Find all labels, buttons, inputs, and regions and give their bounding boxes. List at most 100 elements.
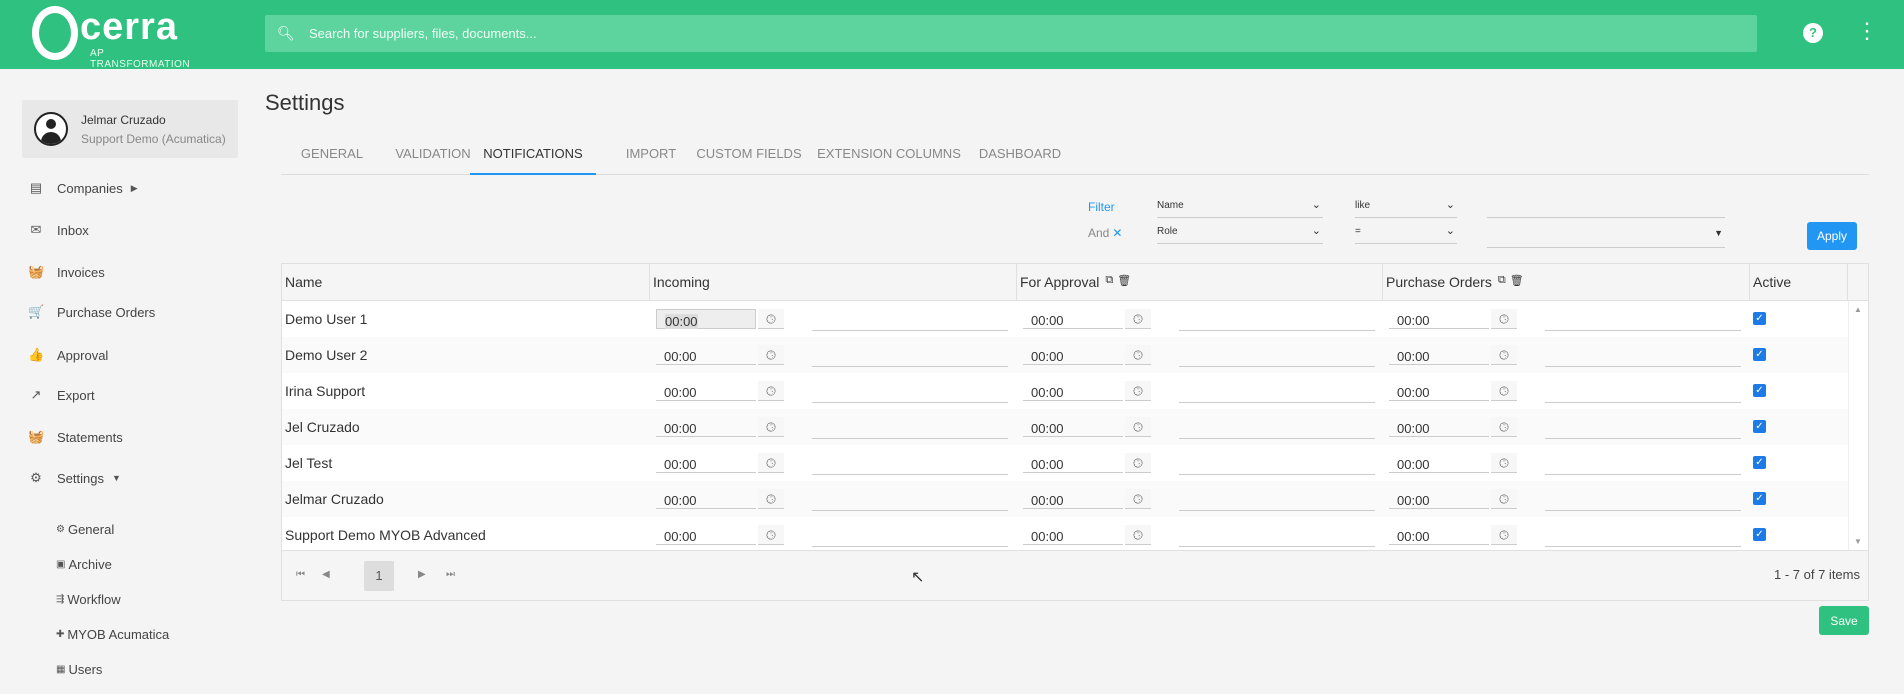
search-bar[interactable]: 🔍︎	[265, 15, 1757, 52]
sidebar-subitem-users[interactable]: ▦ Users	[56, 659, 102, 679]
active-checkbox[interactable]: ✓	[1753, 492, 1766, 505]
tab-general[interactable]: GENERAL	[293, 138, 371, 175]
clock-icon[interactable]: 🕓︎	[1491, 417, 1517, 437]
po-time-input[interactable]: 00:00	[1389, 489, 1489, 509]
sidebar-item-purchase-orders[interactable]: 🛒 Purchase Orders	[28, 301, 155, 323]
filter-operator-select-2[interactable]: = ⌄	[1355, 222, 1457, 244]
clock-icon[interactable]: 🕓︎	[1491, 381, 1517, 401]
first-page-icon[interactable]: ⏮	[296, 569, 305, 580]
sidebar-item-companies[interactable]: ▤ Companies ▶	[28, 177, 138, 199]
active-checkbox[interactable]: ✓	[1753, 348, 1766, 361]
incoming-recipients-input[interactable]	[812, 349, 1008, 367]
clock-icon[interactable]: 🕓︎	[1491, 309, 1517, 329]
scroll-up-icon[interactable]: ▲	[1854, 305, 1862, 314]
user-card[interactable]: Jelmar Cruzado Support Demo (Acumatica)	[22, 100, 238, 158]
sidebar-subitem-archive[interactable]: ▣ Archive	[56, 554, 112, 574]
po-time-input[interactable]: 00:00	[1389, 309, 1489, 329]
incoming-recipients-input[interactable]	[812, 313, 1008, 331]
active-checkbox[interactable]: ✓	[1753, 312, 1766, 325]
column-header-incoming[interactable]: Incoming	[650, 264, 1017, 301]
clock-icon[interactable]: 🕓︎	[1125, 453, 1151, 473]
incoming-time-input[interactable]: 00:00	[656, 381, 756, 401]
po-time-input[interactable]: 00:00	[1389, 525, 1489, 545]
approval-time-input[interactable]: 00:00	[1023, 345, 1123, 365]
clock-icon[interactable]: 🕓︎	[1491, 345, 1517, 365]
column-header-purchase-orders[interactable]: Purchase Orders ⧉ 🗑︎	[1383, 264, 1750, 301]
apply-button[interactable]: Apply	[1807, 222, 1857, 250]
incoming-recipients-input[interactable]	[812, 493, 1008, 511]
incoming-recipients-input[interactable]	[812, 457, 1008, 475]
incoming-time-input[interactable]: 00:00	[656, 417, 756, 437]
clock-icon[interactable]: 🕓︎	[1491, 453, 1517, 473]
clock-icon[interactable]: 🕓︎	[1125, 345, 1151, 365]
po-recipients-input[interactable]	[1545, 421, 1741, 439]
filter-value-input-1[interactable]	[1487, 196, 1725, 218]
more-vert-icon[interactable]: ⋮	[1856, 20, 1878, 42]
column-header-for-approval[interactable]: For Approval ⧉ 🗑︎	[1017, 264, 1383, 301]
column-header-name[interactable]: Name	[282, 264, 650, 301]
po-recipients-input[interactable]	[1545, 529, 1741, 547]
po-time-input[interactable]: 00:00	[1389, 453, 1489, 473]
approval-time-input[interactable]: 00:00	[1023, 417, 1123, 437]
sidebar-item-settings[interactable]: ⚙ Settings ▼	[28, 467, 121, 489]
approval-recipients-input[interactable]	[1179, 457, 1375, 475]
approval-time-input[interactable]: 00:00	[1023, 381, 1123, 401]
clock-icon[interactable]: 🕓︎	[758, 417, 784, 437]
tab-import[interactable]: IMPORT	[615, 138, 687, 175]
approval-time-input[interactable]: 00:00	[1023, 453, 1123, 473]
trash-icon[interactable]: 🗑︎	[1117, 274, 1131, 287]
po-time-input[interactable]: 00:00	[1389, 381, 1489, 401]
clock-icon[interactable]: 🕓︎	[1125, 381, 1151, 401]
po-recipients-input[interactable]	[1545, 313, 1741, 331]
sidebar-subitem-myob-acumatica[interactable]: ✚ MYOB Acumatica	[56, 624, 169, 644]
active-checkbox[interactable]: ✓	[1753, 528, 1766, 541]
active-checkbox[interactable]: ✓	[1753, 456, 1766, 469]
filter-value-select-2[interactable]: ▼	[1487, 222, 1725, 248]
incoming-recipients-input[interactable]	[812, 529, 1008, 547]
tab-dashboard[interactable]: DASHBOARD	[973, 138, 1067, 175]
filter-operator-select-1[interactable]: like ⌄	[1355, 196, 1457, 218]
approval-recipients-input[interactable]	[1179, 385, 1375, 403]
sidebar-subitem-general[interactable]: ⚙ General	[56, 519, 114, 539]
column-header-active[interactable]: Active	[1750, 264, 1848, 301]
clock-icon[interactable]: 🕓︎	[1125, 309, 1151, 329]
po-recipients-input[interactable]	[1545, 457, 1741, 475]
incoming-time-input[interactable]: 00:00	[656, 309, 756, 329]
po-recipients-input[interactable]	[1545, 493, 1741, 511]
po-time-input[interactable]: 00:00	[1389, 345, 1489, 365]
clock-icon[interactable]: 🕓︎	[758, 453, 784, 473]
sidebar-item-inbox[interactable]: ✉ Inbox	[28, 219, 89, 241]
approval-recipients-input[interactable]	[1179, 313, 1375, 331]
po-recipients-input[interactable]	[1545, 349, 1741, 367]
sidebar-item-export[interactable]: ↗ Export	[28, 384, 95, 406]
filter-field-select-1[interactable]: Name ⌄	[1157, 196, 1323, 218]
search-input[interactable]	[309, 26, 1709, 41]
approval-recipients-input[interactable]	[1179, 529, 1375, 547]
incoming-recipients-input[interactable]	[812, 385, 1008, 403]
approval-recipients-input[interactable]	[1179, 493, 1375, 511]
clock-icon[interactable]: 🕓︎	[1491, 525, 1517, 545]
clock-icon[interactable]: 🕓︎	[1125, 489, 1151, 509]
clock-icon[interactable]: 🕓︎	[1125, 525, 1151, 545]
approval-time-input[interactable]: 00:00	[1023, 309, 1123, 329]
ocerra-logo[interactable]: cerra AP TRANSFORMATION	[22, 6, 192, 70]
incoming-time-input[interactable]: 00:00	[656, 453, 756, 473]
sidebar-subitem-workflow[interactable]: ⇶ Workflow	[56, 589, 121, 609]
clock-icon[interactable]: 🕓︎	[1125, 417, 1151, 437]
approval-time-input[interactable]: 00:00	[1023, 525, 1123, 545]
copy-icon[interactable]: ⧉	[1105, 274, 1113, 287]
filter-field-select-2[interactable]: Role ⌄	[1157, 222, 1323, 244]
tab-validation[interactable]: VALIDATION	[387, 138, 479, 175]
clock-icon[interactable]: 🕓︎	[758, 489, 784, 509]
po-recipients-input[interactable]	[1545, 385, 1741, 403]
trash-icon[interactable]: 🗑︎	[1510, 274, 1524, 287]
tab-custom-fields[interactable]: CUSTOM FIELDS	[694, 138, 804, 175]
clock-icon[interactable]: 🕓︎	[758, 381, 784, 401]
approval-recipients-input[interactable]	[1179, 421, 1375, 439]
save-button[interactable]: Save	[1819, 606, 1869, 635]
po-time-input[interactable]: 00:00	[1389, 417, 1489, 437]
prev-page-icon[interactable]: ◀	[322, 569, 330, 580]
next-page-icon[interactable]: ▶	[418, 569, 426, 580]
approval-recipients-input[interactable]	[1179, 349, 1375, 367]
tab-extension-columns[interactable]: EXTENSION COLUMNS	[809, 138, 969, 175]
